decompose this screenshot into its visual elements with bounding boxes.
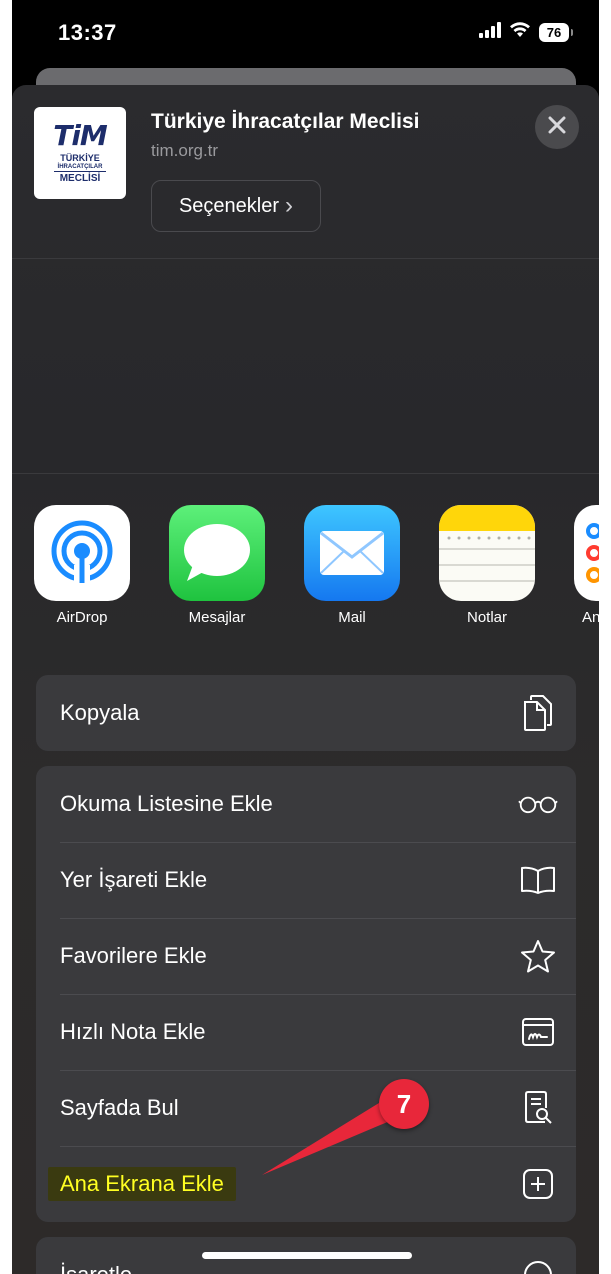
action-label-highlighted: Ana Ekrana Ekle bbox=[48, 1167, 236, 1201]
logo-line-1: TÜRKİYE bbox=[60, 153, 100, 163]
glasses-icon bbox=[518, 784, 558, 824]
quick-note-icon bbox=[518, 1012, 558, 1052]
app-airdrop[interactable]: AirDrop bbox=[32, 505, 132, 626]
action-reading-list[interactable]: Okuma Listesine Ekle bbox=[36, 766, 576, 842]
logo-line-2: İHRACATÇILAR bbox=[57, 164, 103, 170]
action-favorites[interactable]: Favorilere Ekle bbox=[36, 918, 576, 994]
app-mail[interactable]: Mail bbox=[302, 505, 402, 626]
status-indicators: 76 bbox=[479, 22, 573, 43]
action-copy[interactable]: Kopyala bbox=[36, 675, 576, 751]
mail-icon bbox=[304, 505, 400, 601]
status-bar: 13:37 76 bbox=[12, 0, 599, 70]
add-square-icon bbox=[518, 1164, 558, 1204]
app-label-mail: Mail bbox=[338, 609, 366, 626]
app-notes[interactable]: Notlar bbox=[437, 505, 537, 626]
close-icon bbox=[548, 116, 566, 139]
action-label: Favorilere Ekle bbox=[60, 943, 207, 968]
chevron-right-icon: › bbox=[285, 192, 294, 219]
status-time: 13:37 bbox=[58, 20, 117, 45]
app-label-reminders: Anı bbox=[582, 609, 599, 626]
share-sheet-header: TiM TÜRKİYE İHRACATÇILAR MECLİSİ Türkiye… bbox=[12, 85, 599, 259]
copy-group: Kopyala bbox=[36, 675, 576, 751]
share-sheet: TiM TÜRKİYE İHRACATÇILAR MECLİSİ Türkiye… bbox=[12, 85, 599, 1274]
options-button[interactable]: Seçenekler › bbox=[151, 180, 321, 232]
phone-screen: 13:37 76 TiM TÜRKİYE İHRACATÇILAR MECLİS… bbox=[12, 0, 599, 1274]
airdrop-icon bbox=[34, 505, 130, 601]
battery-icon: 76 bbox=[539, 23, 573, 42]
home-indicator[interactable] bbox=[202, 1252, 412, 1259]
share-preview-area bbox=[12, 259, 599, 474]
close-button[interactable] bbox=[535, 105, 579, 149]
step-number-badge: 7 bbox=[379, 1079, 429, 1129]
site-logo: TiM TÜRKİYE İHRACATÇILAR MECLİSİ bbox=[34, 107, 126, 199]
site-url: tim.org.tr bbox=[151, 141, 219, 160]
action-bookmark[interactable]: Yer İşareti Ekle bbox=[36, 842, 576, 918]
actions-group: Okuma Listesine Ekle Yer İşareti Ekle Fa… bbox=[36, 766, 576, 1222]
logo-main-text: TiM bbox=[53, 119, 108, 152]
app-messages[interactable]: Mesajlar bbox=[167, 505, 267, 626]
app-label-airdrop: AirDrop bbox=[56, 609, 108, 626]
action-add-to-home-screen[interactable]: Ana Ekrana Ekle bbox=[36, 1146, 576, 1222]
app-reminders[interactable]: Anı bbox=[572, 505, 599, 626]
reminders-icon bbox=[574, 505, 599, 601]
wifi-icon bbox=[509, 22, 531, 43]
action-label: Yer İşareti Ekle bbox=[60, 867, 208, 892]
book-icon bbox=[518, 860, 558, 900]
markup-icon bbox=[518, 1255, 558, 1274]
site-title: Türkiye İhracatçılar Meclisi bbox=[151, 110, 420, 133]
action-label: Hızlı Nota Ekle bbox=[60, 1019, 206, 1044]
messages-icon bbox=[169, 505, 265, 601]
action-label: Sayfada Bul bbox=[60, 1095, 179, 1120]
logo-divider bbox=[54, 171, 106, 172]
action-find-in-page[interactable]: Sayfada Bul bbox=[36, 1070, 576, 1146]
action-label: Okuma Listesine Ekle bbox=[60, 791, 273, 816]
star-icon bbox=[518, 936, 558, 976]
options-button-label: Seçenekler bbox=[178, 194, 280, 217]
action-label: Kopyala bbox=[60, 700, 140, 725]
find-in-page-icon bbox=[518, 1088, 558, 1128]
logo-line-3: MECLİSİ bbox=[59, 173, 101, 184]
copy-icon bbox=[518, 693, 558, 733]
apps-row[interactable]: AirDrop Mesajlar Mail Notlar An bbox=[12, 505, 599, 645]
action-quick-note[interactable]: Hızlı Nota Ekle bbox=[36, 994, 576, 1070]
cellular-signal-icon bbox=[479, 22, 501, 43]
app-label-messages: Mesajlar bbox=[188, 609, 246, 626]
action-label: İşaretle bbox=[60, 1262, 132, 1274]
app-label-notes: Notlar bbox=[466, 609, 507, 626]
notes-icon bbox=[439, 505, 535, 601]
